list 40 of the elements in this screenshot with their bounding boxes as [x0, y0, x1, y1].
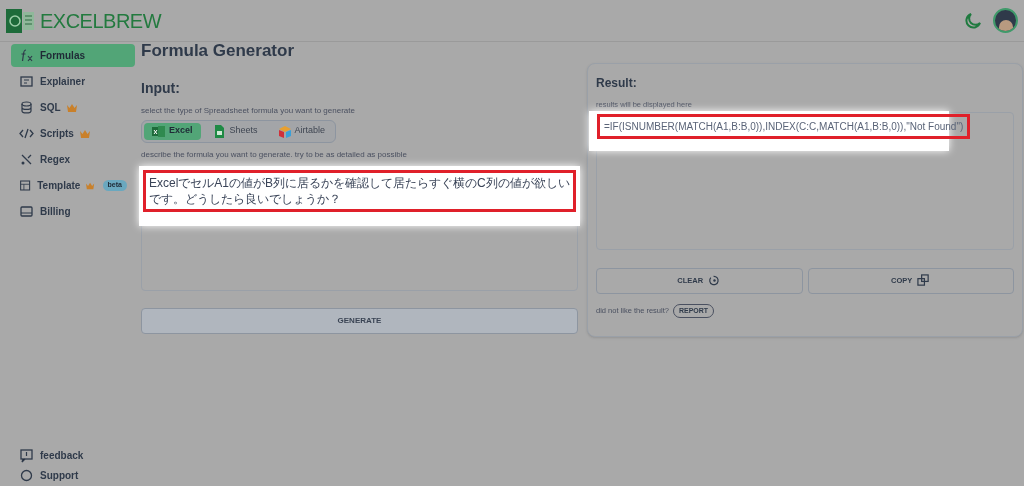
circle-icon [19, 467, 34, 483]
tools-icon [19, 152, 34, 167]
prompt-textarea[interactable]: ExcelでセルA1の値がB列に居るかを確認して居たらすぐ横のC列の値が欲しいです。どうしたら良いでしょうか？ [141, 168, 578, 291]
function-icon [19, 48, 34, 63]
table-icon [19, 178, 32, 193]
describe-hint: describe the formula you want to generate. try to be as detailed as possible [141, 148, 408, 161]
copy-icon [917, 274, 931, 288]
sidebar-item[interactable]: Formulas [11, 44, 135, 67]
crown-icon [86, 181, 95, 190]
message-icon [19, 74, 34, 89]
formula-type-tab[interactable]: Sheets [204, 122, 266, 140]
page-title: Formula Generator [141, 40, 296, 62]
sidebar-item[interactable]: Scripts [11, 122, 135, 145]
reset-icon [708, 274, 722, 288]
formula-type-tab[interactable]: Excel [144, 122, 201, 140]
result-formula: =IF(ISNUMBER(MATCH(A1,B:B,0)),INDEX(C:C,MATCH(A1,B:B,0)),"Not Found") [604, 119, 964, 134]
code-icon [19, 126, 34, 141]
sidebar-item[interactable]: SQL [11, 96, 135, 119]
sidebar-item[interactable]: Explainer [11, 70, 135, 93]
sidebar-item[interactable]: Support [11, 466, 135, 484]
prompt-text: ExcelでセルA1の値がB列に居るかを確認して居たらすぐ横のC列の値が欲しいです。どうしたら良いでしょうか？ [149, 174, 570, 207]
card-icon [19, 204, 34, 219]
type-hint: select the type of Spreadsheet formula you want to generate [141, 104, 356, 117]
sidebar-item[interactable]: Billing [11, 200, 135, 223]
crown-icon [79, 129, 90, 138]
input-heading: Input: [141, 78, 181, 98]
database-icon [19, 100, 34, 115]
excel-icon [152, 124, 165, 138]
generate-button[interactable]: GENERATE [141, 307, 578, 334]
crown-icon [66, 103, 77, 112]
sidebar-item[interactable]: feedback [11, 446, 135, 464]
avatar[interactable] [993, 8, 1018, 33]
sidebar-item[interactable]: Regex [11, 148, 135, 171]
sheet-icon [212, 124, 226, 138]
result-heading: Result: [596, 74, 638, 92]
cube-icon [277, 124, 291, 138]
feedback-icon [19, 447, 34, 463]
formula-type-tab[interactable]: Airtable [269, 122, 334, 140]
logo-icon [6, 6, 36, 35]
logo-text: EXCELBREW [40, 8, 162, 34]
